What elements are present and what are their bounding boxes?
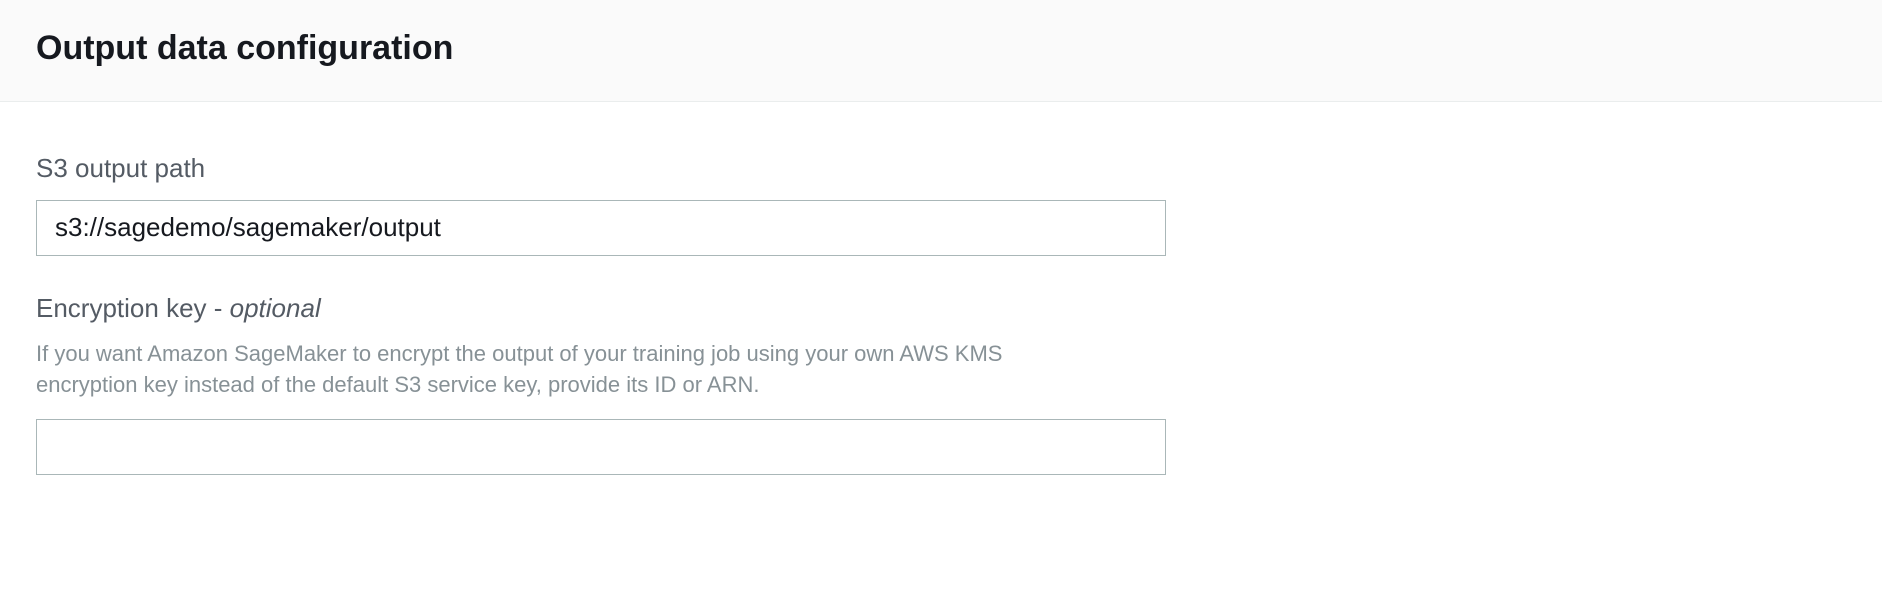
encryption-key-group: Encryption key - optional If you want Am… <box>36 292 1166 475</box>
encryption-key-label-separator: - <box>207 293 230 323</box>
section-title: Output data configuration <box>36 28 1846 69</box>
s3-output-input[interactable] <box>36 200 1166 256</box>
encryption-key-input[interactable] <box>36 419 1166 475</box>
s3-output-label: S3 output path <box>36 152 1166 186</box>
encryption-key-label-main: Encryption key <box>36 293 207 323</box>
section-body: S3 output path Encryption key - optional… <box>0 102 1882 571</box>
encryption-key-label: Encryption key - optional <box>36 292 1166 326</box>
encryption-key-label-optional: optional <box>230 293 321 323</box>
section-header: Output data configuration <box>0 0 1882 102</box>
s3-output-group: S3 output path <box>36 152 1166 256</box>
encryption-key-description: If you want Amazon SageMaker to encrypt … <box>36 339 1086 401</box>
